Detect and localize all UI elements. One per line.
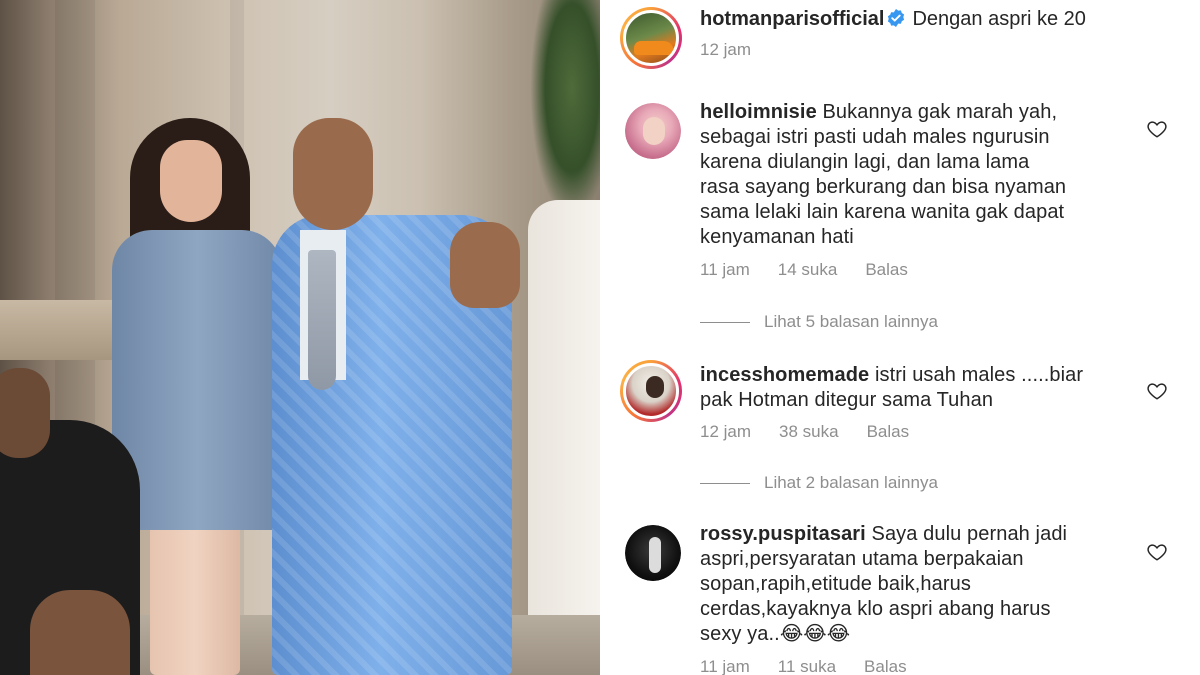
comment-body: incesshomemade istri usah males .....bia…	[700, 363, 1140, 413]
owner-avatar[interactable]	[620, 7, 682, 69]
comment-line: Bukannya gak marah yah,	[822, 101, 1058, 123]
commenter-avatar[interactable]	[625, 103, 681, 159]
man-face	[293, 118, 373, 230]
owner-username[interactable]: hotmanparisofficial	[700, 8, 884, 30]
comment-likes[interactable]: 11 suka	[778, 657, 836, 675]
plant	[530, 0, 600, 220]
man-tie	[308, 250, 336, 390]
comment-likes[interactable]: 14 suka	[778, 260, 838, 280]
view-replies-label: Lihat 2 balasan lainnya	[764, 473, 938, 492]
verified-badge-icon	[888, 9, 905, 27]
commenter-username[interactable]: incesshomemade	[700, 364, 869, 386]
comment-meta: 11 jam 11 suka Balas	[700, 657, 935, 675]
commenter-avatar[interactable]	[625, 525, 681, 581]
comment-line: sama lelaki lain karena wanita gak dapat	[700, 201, 1065, 223]
view-replies-button[interactable]: Lihat 2 balasan lainnya	[700, 473, 938, 493]
comments-panel: hotmanparisofficial Dengan aspri ke 20 12…	[600, 0, 1200, 675]
replies-line	[700, 321, 750, 323]
post-time: 12 jam	[700, 40, 752, 59]
avatar-face	[643, 117, 665, 145]
view-replies-button[interactable]: Lihat 5 balasan lainnya	[700, 312, 938, 332]
commenter-username[interactable]: rossy.puspitasari	[700, 523, 866, 545]
car-image	[634, 41, 674, 55]
reply-button[interactable]: Balas	[867, 422, 910, 442]
comment-line: istri usah males .....biar	[874, 364, 1084, 386]
man-waving-hand	[450, 222, 520, 308]
woman-face	[160, 140, 222, 222]
post-caption: hotmanparisofficial Dengan aspri ke 20	[700, 7, 1086, 32]
comment-line: cerdas,kayaknya klo aspri abang harus	[700, 598, 1051, 620]
comment-likes[interactable]: 38 suka	[779, 422, 839, 442]
comment-body: rossy.puspitasari Saya dulu pernah jadi …	[700, 522, 1140, 647]
comment-line: sexy ya..😂😂😂	[700, 623, 851, 645]
commenter-username[interactable]: helloimnisie	[700, 101, 817, 123]
view-replies-label: Lihat 5 balasan lainnya	[764, 312, 938, 331]
comment-line: aspri,persyaratan utama berpakaian	[700, 548, 1024, 570]
comment-line: sebagai istri pasti udah males ngurusin	[700, 126, 1050, 148]
foreground-person-head	[0, 368, 50, 458]
planter	[528, 200, 600, 620]
caption-text: Dengan aspri ke 20	[912, 8, 1086, 30]
comment-line: pak Hotman ditegur sama Tuhan	[700, 389, 994, 411]
comment-meta: 12 jam 38 suka Balas	[700, 422, 937, 442]
replies-line	[700, 482, 750, 484]
comment-line: sopan,rapih,etitude baik,harus	[700, 573, 971, 595]
foreground-person-arm	[30, 590, 130, 675]
comment-time: 11 jam	[700, 657, 750, 675]
heart-outline-icon[interactable]	[1146, 118, 1168, 140]
post-photo	[0, 0, 600, 675]
comment-line: Saya dulu pernah jadi	[871, 523, 1068, 545]
woman-legs	[150, 520, 240, 675]
reply-button[interactable]: Balas	[865, 260, 908, 280]
reply-button[interactable]: Balas	[864, 657, 907, 675]
heart-outline-icon[interactable]	[1146, 541, 1168, 563]
comment-body: helloimnisie Bukannya gak marah yah, seb…	[700, 100, 1140, 250]
heart-outline-icon[interactable]	[1146, 380, 1168, 402]
comment-line: karena diulangin lagi, dan lama lama	[700, 151, 1030, 173]
avatar-figure	[649, 537, 661, 573]
comment-time: 11 jam	[700, 260, 750, 279]
comment-meta: 11 jam 14 suka Balas	[700, 260, 936, 280]
comment-time: 12 jam	[700, 422, 752, 441]
commenter-avatar[interactable]	[620, 360, 682, 422]
avatar-face	[646, 376, 664, 398]
comment-line: kenyamanan hati	[700, 226, 854, 248]
comment-line: rasa sayang berkurang dan bisa nyaman	[700, 176, 1067, 198]
